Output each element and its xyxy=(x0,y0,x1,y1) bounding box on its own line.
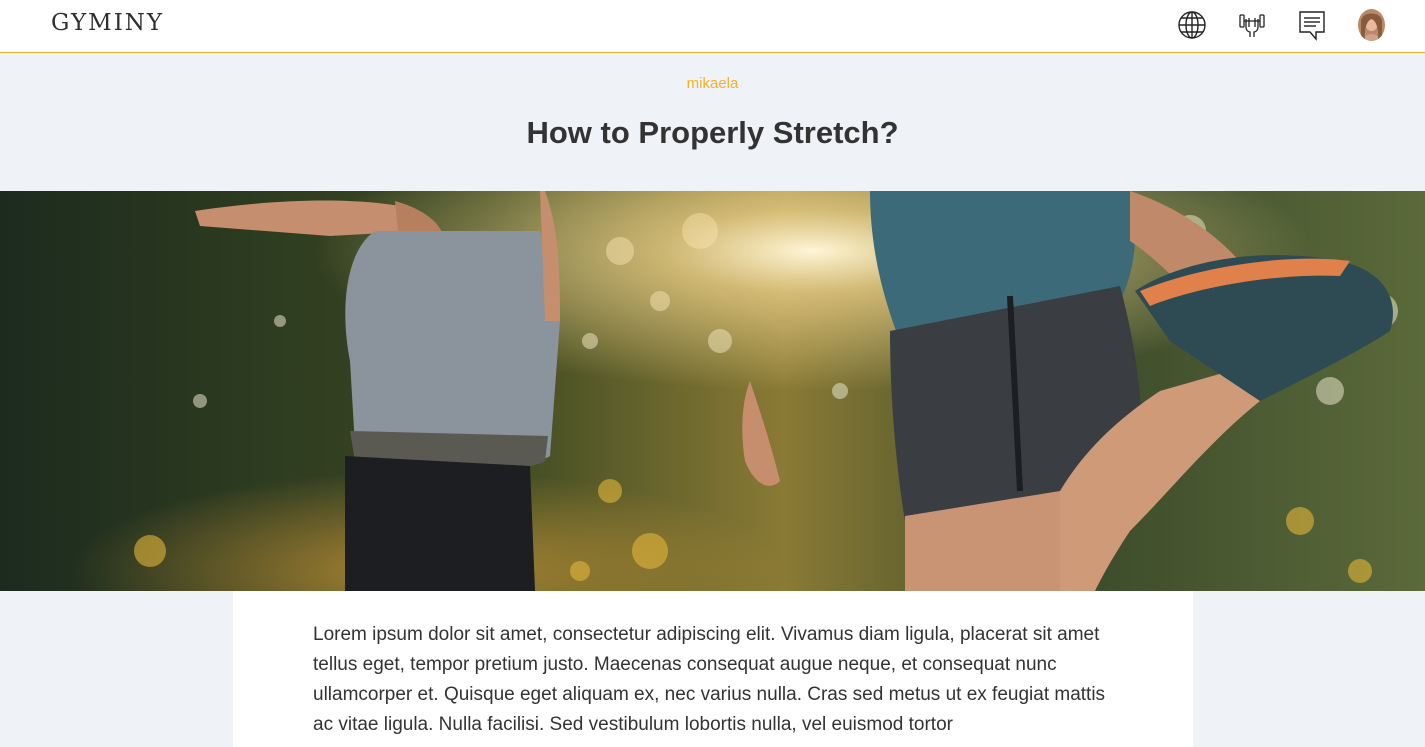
dumbbell-hands-icon[interactable] xyxy=(1236,9,1268,41)
hero-image xyxy=(0,191,1425,591)
chat-icon[interactable] xyxy=(1296,9,1328,41)
app-logo[interactable]: GYMINY xyxy=(51,10,164,36)
top-navigation-bar: GYMINY xyxy=(0,0,1425,53)
article-body: Lorem ipsum dolor sit amet, consectetur … xyxy=(233,591,1193,747)
post-title: How to Properly Stretch? xyxy=(526,115,899,150)
globe-icon[interactable] xyxy=(1176,9,1208,41)
post-author-link[interactable]: mikaela xyxy=(0,75,1425,92)
article-text: Lorem ipsum dolor sit amet, consectetur … xyxy=(313,624,1106,735)
user-avatar[interactable] xyxy=(1358,9,1385,41)
